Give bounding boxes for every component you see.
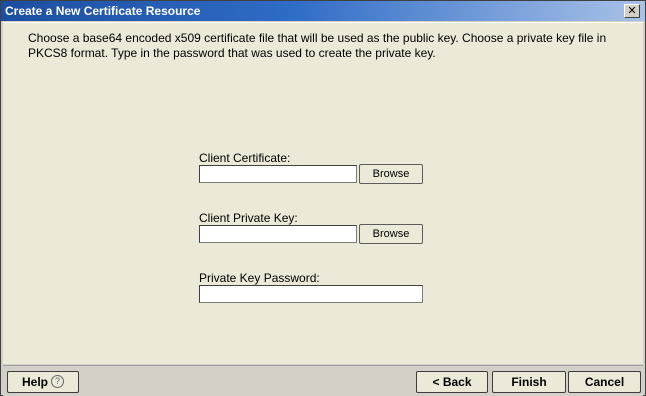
client-private-key-input[interactable] <box>199 225 357 243</box>
client-private-key-browse-button[interactable]: Browse <box>359 224 423 244</box>
client-certificate-browse-button[interactable]: Browse <box>359 164 423 184</box>
client-private-key-label: Client Private Key: <box>199 211 298 225</box>
button-bar: Help? < Back Finish Cancel <box>3 365 643 396</box>
client-certificate-label: Client Certificate: <box>199 151 291 165</box>
private-key-password-label: Private Key Password: <box>199 271 320 285</box>
cancel-button[interactable]: Cancel <box>568 371 641 393</box>
help-question-icon: ? <box>51 375 64 389</box>
help-button[interactable]: Help? <box>7 371 79 393</box>
instructions-text: Choose a base64 encoded x509 certificate… <box>28 31 607 60</box>
client-certificate-input[interactable] <box>199 165 357 183</box>
title-bar[interactable]: Create a New Certificate Resource ✕ <box>1 1 645 21</box>
close-icon[interactable]: ✕ <box>624 4 640 18</box>
private-key-password-input[interactable] <box>199 285 423 303</box>
dialog-title: Create a New Certificate Resource <box>5 4 201 18</box>
dialog-content: Choose a base64 encoded x509 certificate… <box>3 22 643 364</box>
help-button-label: Help <box>21 375 48 389</box>
back-button[interactable]: < Back <box>416 371 488 393</box>
finish-button[interactable]: Finish <box>492 371 566 393</box>
dialog-window: Create a New Certificate Resource ✕ Choo… <box>0 0 646 396</box>
